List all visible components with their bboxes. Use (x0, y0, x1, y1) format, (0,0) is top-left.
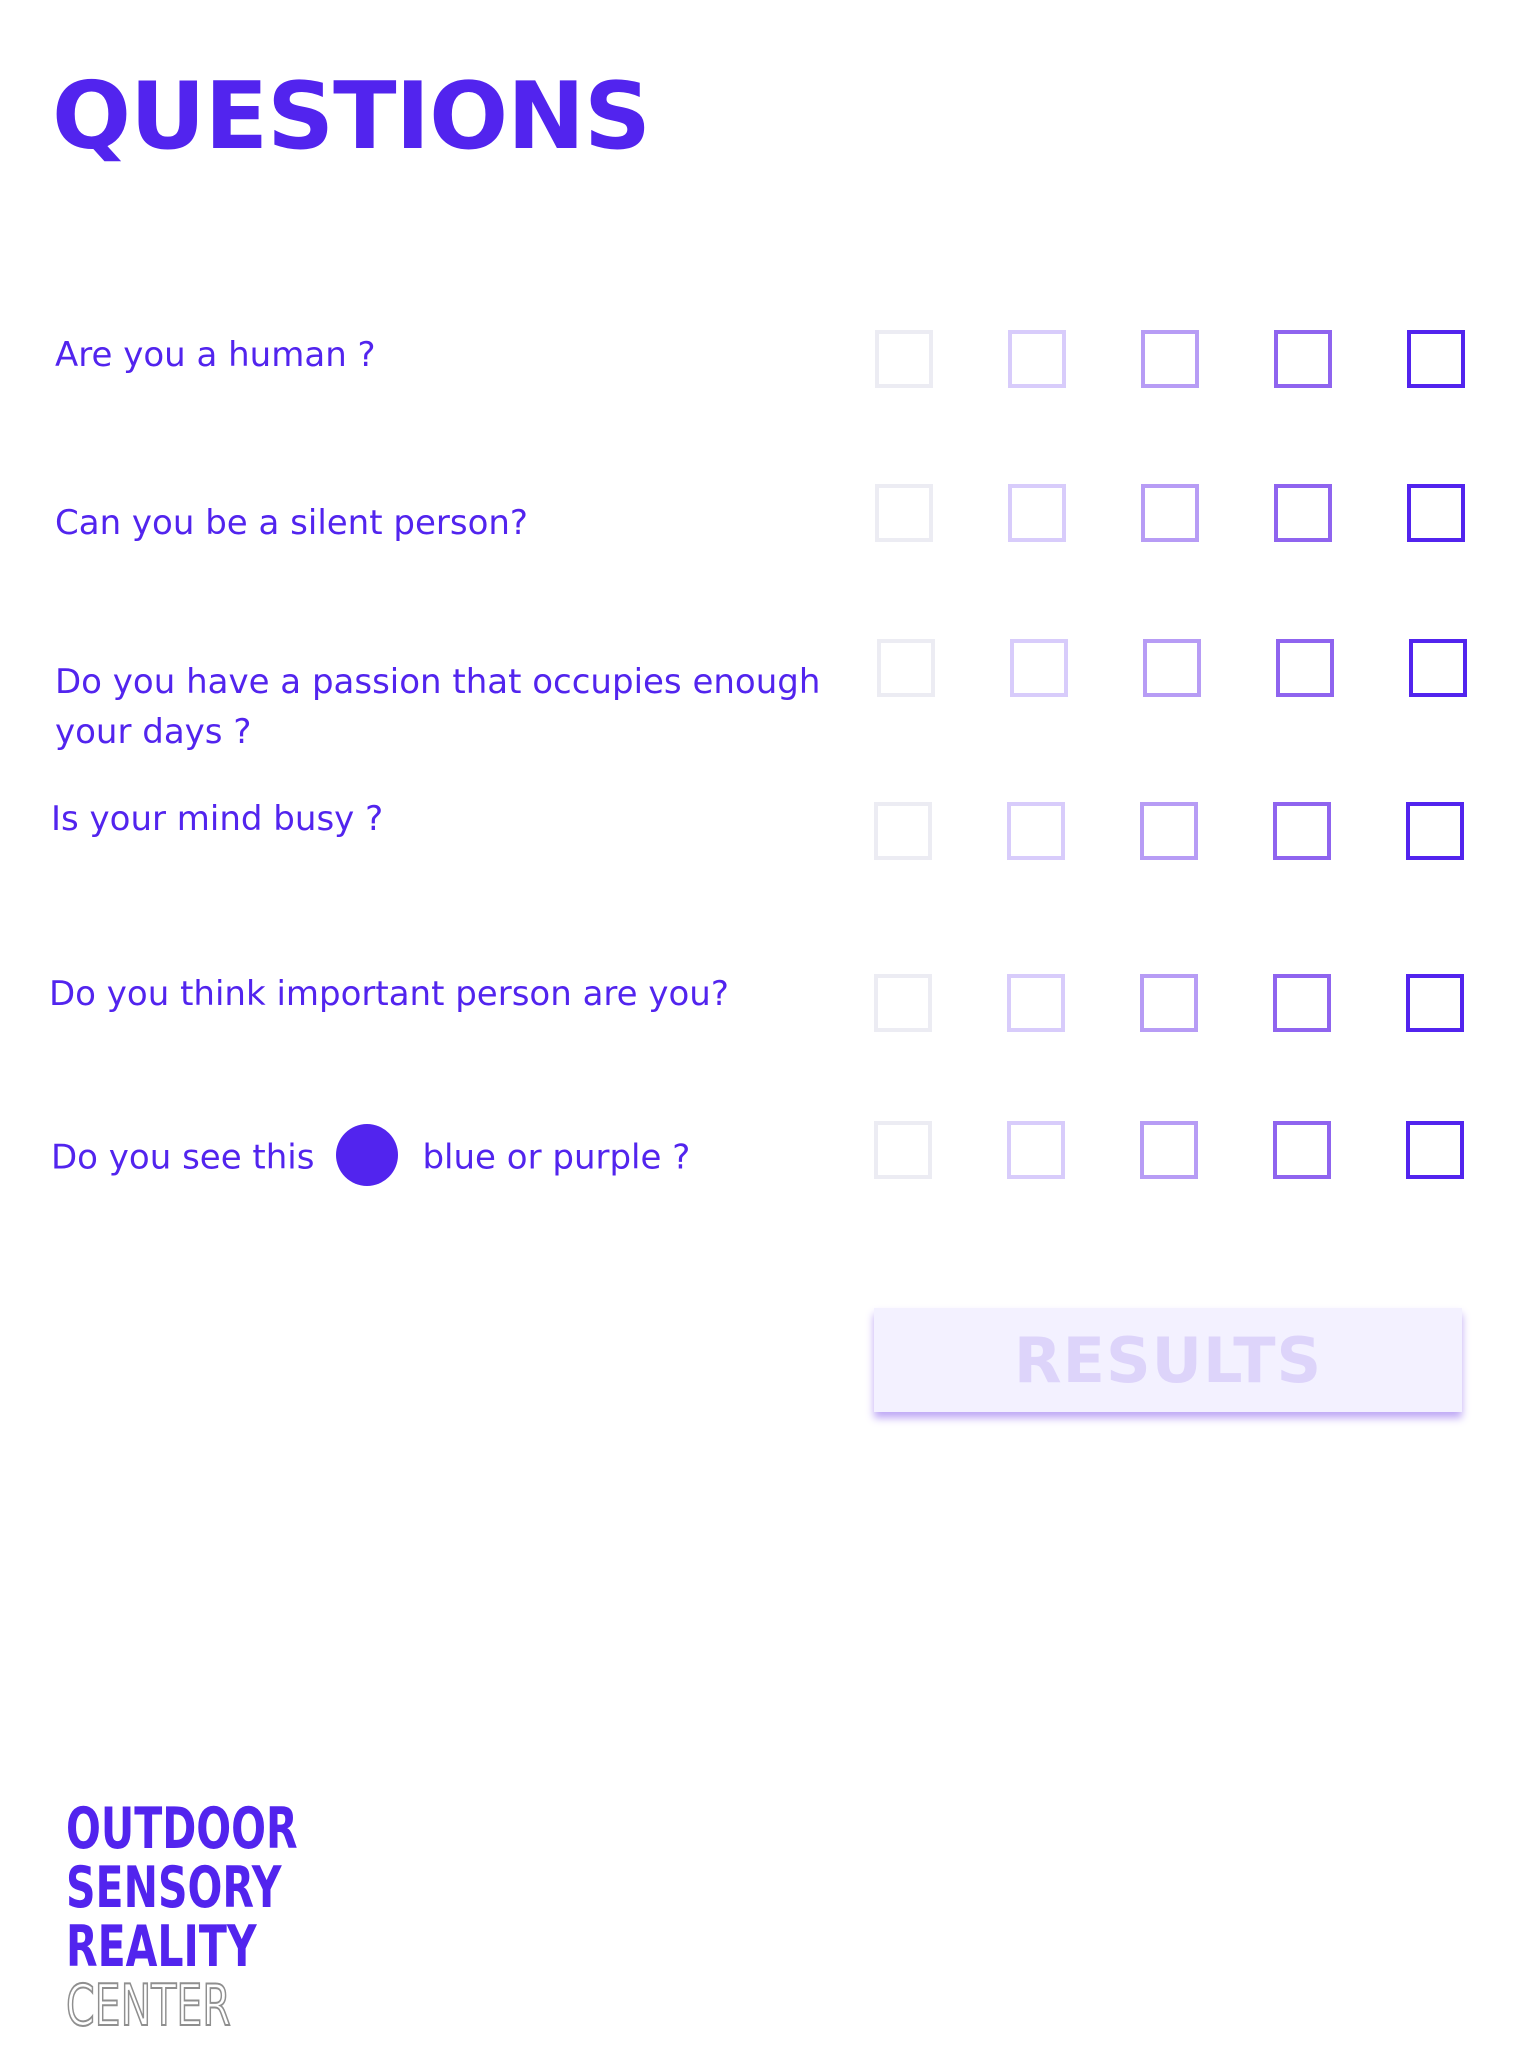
rating-checkbox-5[interactable] (1407, 484, 1465, 542)
rating-checkbox-2[interactable] (1008, 330, 1066, 388)
rating-checkbox-4[interactable] (1274, 330, 1332, 388)
rating-checkbox-1[interactable] (875, 484, 933, 542)
logo-line: SENSORY (66, 1855, 282, 1921)
rating-checkbox-1[interactable] (874, 1121, 932, 1179)
rating-checkbox-5[interactable] (1406, 802, 1464, 860)
rating-scale (0, 1121, 1536, 1185)
rating-checkbox-2[interactable] (1010, 639, 1068, 697)
rating-checkbox-1[interactable] (874, 974, 932, 1032)
rating-checkbox-1[interactable] (875, 330, 933, 388)
logo-line-outline: CENTER (65, 1973, 231, 2039)
rating-checkbox-4[interactable] (1274, 484, 1332, 542)
rating-checkbox-4[interactable] (1273, 802, 1331, 860)
rating-checkbox-2[interactable] (1007, 974, 1065, 1032)
rating-scale (0, 330, 1536, 394)
rating-checkbox-4[interactable] (1273, 1121, 1331, 1179)
results-button[interactable]: RESULTS (874, 1308, 1462, 1412)
rating-checkbox-2[interactable] (1008, 484, 1066, 542)
rating-scale (0, 639, 1536, 703)
rating-checkbox-3[interactable] (1143, 639, 1201, 697)
logo-line: OUTDOOR (66, 1796, 298, 1862)
rating-checkbox-5[interactable] (1409, 639, 1467, 697)
rating-checkbox-5[interactable] (1406, 1121, 1464, 1179)
rating-checkbox-1[interactable] (874, 802, 932, 860)
rating-checkbox-5[interactable] (1407, 330, 1465, 388)
rating-checkbox-3[interactable] (1140, 1121, 1198, 1179)
rating-checkbox-2[interactable] (1007, 802, 1065, 860)
logo-line: REALITY (66, 1914, 257, 1980)
rating-checkbox-2[interactable] (1007, 1121, 1065, 1179)
rating-scale (0, 974, 1536, 1038)
rating-checkbox-4[interactable] (1273, 974, 1331, 1032)
rating-checkbox-3[interactable] (1141, 484, 1199, 542)
brand-logo: OUTDOOR SENSORY REALITY CENTER (65, 1796, 326, 2039)
rating-scale (0, 802, 1536, 866)
rating-checkbox-3[interactable] (1140, 802, 1198, 860)
rating-checkbox-3[interactable] (1140, 974, 1198, 1032)
rating-checkbox-4[interactable] (1276, 639, 1334, 697)
rating-checkbox-3[interactable] (1141, 330, 1199, 388)
page-title: QUESTIONS (52, 62, 651, 170)
rating-checkbox-1[interactable] (877, 639, 935, 697)
rating-checkbox-5[interactable] (1406, 974, 1464, 1032)
rating-scale (0, 484, 1536, 548)
